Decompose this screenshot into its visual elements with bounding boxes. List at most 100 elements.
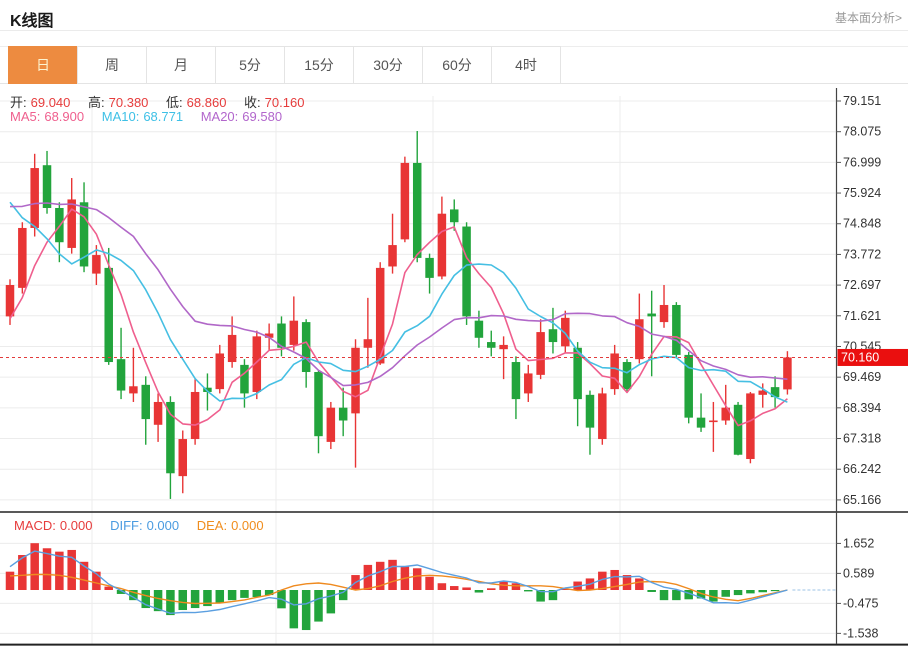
candle-up [129,348,138,402]
candle-up [351,339,360,467]
macd-bar-negative [660,590,669,600]
candle-body [216,353,225,389]
candle-up [18,222,27,293]
tab-60min[interactable]: 60分 [422,46,492,84]
candles-layer [6,131,792,499]
candle-up [598,388,607,445]
candle-body [240,365,249,394]
tab-15min[interactable]: 15分 [284,46,354,84]
candle-body [512,362,521,399]
diff-line [10,551,787,613]
candle-body [623,362,632,389]
price-axis-label: 79.151 [843,94,881,108]
tab-month[interactable]: 月 [146,46,216,84]
price-axis-label: 74.848 [843,217,881,231]
candle-up [179,430,188,493]
kline-module: K线图 基本面分析> 日 周 月 5分 15分 30分 60分 4时 79.15… [0,0,908,646]
macd-bar-negative [228,590,237,600]
candle-up [388,214,397,274]
candle-body [179,439,188,476]
candle-up [660,285,669,328]
ma20-line [10,203,787,386]
candle-body [388,245,397,266]
macd-bar-positive [30,543,39,590]
macd-bar-negative [290,590,299,628]
candle-body [339,408,348,421]
candle-body [561,318,570,347]
candle-body [450,209,459,222]
candle-up [228,316,237,367]
candle-body [746,393,755,459]
macd-bar-positive [413,568,422,590]
macd-bar-negative [524,590,533,591]
candle-body [660,305,669,322]
macd-bar-positive [450,586,459,590]
macd-bar-positive [438,583,447,590]
candle-body [499,345,508,349]
candle-body [734,405,743,455]
macd-bar-negative [734,590,743,595]
candle-down [277,316,286,356]
candle-body [141,385,150,419]
candle-body [425,258,434,278]
candle-down [462,222,471,325]
candle-body [191,392,200,439]
price-axis-label: 65.166 [843,493,881,507]
macd-bar-negative [721,590,730,597]
last-price-badge-text: 70.160 [841,350,879,364]
candle-down [166,396,175,499]
price-axis-label: 78.075 [843,125,881,139]
macd-axis-label: 0.589 [843,566,874,580]
tab-4hour[interactable]: 4时 [491,46,561,84]
price-axis-label: 76.999 [843,155,881,169]
macd-axis-label: -0.475 [843,596,878,610]
ma5-line [10,209,787,426]
macd-bar-positive [425,577,434,590]
candle-up [327,402,336,449]
candle-body [413,163,422,258]
macd-bar-positive [388,560,397,590]
price-axis-label: 75.924 [843,186,881,200]
candle-up [524,365,533,402]
candle-body [672,305,681,355]
candle-down [771,376,780,407]
interval-tabs: 日 周 月 5分 15分 30分 60分 4时 [8,46,561,84]
candle-body [438,214,447,277]
macd-bar-negative [166,590,175,615]
macd-bar-positive [635,578,644,590]
macd-bar-negative [302,590,311,630]
candle-down [314,371,323,454]
tab-week[interactable]: 周 [77,46,147,84]
candle-body [314,372,323,436]
macd-bar-negative [672,590,681,600]
tab-30min[interactable]: 30分 [353,46,423,84]
kline-chart-canvas[interactable]: 79.15178.07576.99975.92474.84873.77272.6… [0,0,908,646]
candle-body [487,342,496,348]
candle-up [536,319,545,379]
candle-body [290,321,299,345]
price-axis-label: 71.621 [843,309,881,323]
candle-up [216,345,225,393]
candle-body [327,408,336,442]
macd-bar-negative [216,590,225,603]
candle-up [191,379,200,445]
candle-down [512,356,521,419]
tab-day[interactable]: 日 [8,46,78,84]
candle-body [549,329,558,342]
candle-body [647,314,656,317]
candle-down [734,402,743,455]
candle-body [129,386,138,393]
price-axis-label: 67.318 [843,432,881,446]
price-axis-label: 68.394 [843,401,881,415]
candle-down [141,376,150,444]
macd-bar-negative [179,590,188,610]
candle-down [43,151,52,214]
tab-5min[interactable]: 5分 [215,46,285,84]
candle-down [117,328,126,399]
candle-body [462,227,471,317]
candle-up [290,296,299,350]
candle-body [536,332,545,375]
macd-bar-negative [475,590,484,593]
candle-body [586,395,595,428]
candle-body [18,228,27,288]
